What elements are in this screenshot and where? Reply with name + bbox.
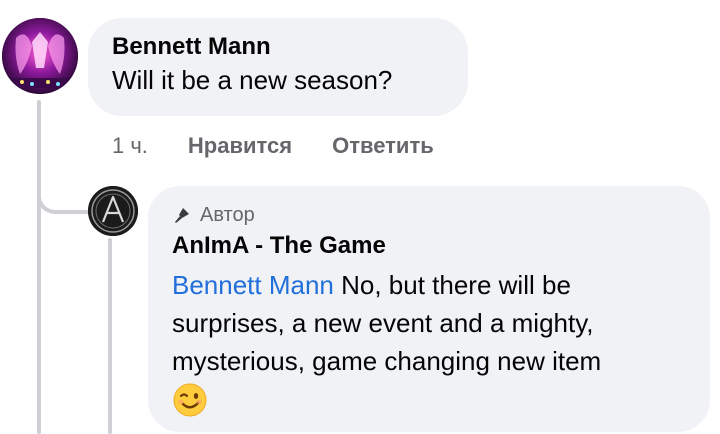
reply-avatar[interactable] (88, 186, 138, 236)
mention-link[interactable]: Bennett Mann (172, 270, 334, 300)
comment-text: Will it be a new season? (112, 65, 393, 95)
like-button[interactable]: Нравится (188, 133, 292, 159)
winking-face-emoji-icon (172, 382, 686, 423)
reply-bubble: Автор AnImA - The Game Bennett Mann No, … (148, 186, 710, 432)
thread-branch-connector (37, 160, 89, 214)
comment-timestamp[interactable]: 1 ч. (112, 133, 148, 159)
thread-connector-line (37, 100, 41, 434)
author-badge: Автор (172, 202, 686, 228)
avatar[interactable] (2, 18, 78, 94)
author-badge-label: Автор (200, 204, 255, 226)
comment-actions: 1 ч. Нравится Ответить (112, 130, 474, 162)
microphone-icon (172, 205, 192, 225)
reply-text: Bennett Mann No, but there will be surpr… (172, 266, 672, 380)
reply-connector-line (108, 238, 112, 434)
comment-thread: Bennett Mann Will it be a new season? 1 … (0, 0, 720, 434)
comment-author[interactable]: Bennett Mann (112, 32, 444, 62)
reply-button[interactable]: Ответить (332, 133, 434, 159)
comment-bubble: Bennett Mann Will it be a new season? (88, 18, 468, 116)
reply-author[interactable]: AnImA - The Game (172, 230, 686, 262)
